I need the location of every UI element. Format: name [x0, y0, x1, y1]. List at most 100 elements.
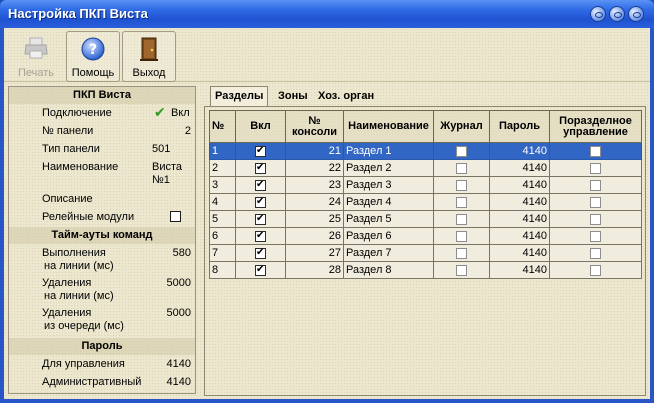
table-row[interactable]: 7 27Раздел 7 4140 [209, 244, 642, 262]
row-console[interactable]: 26 [285, 227, 344, 245]
col-split-control-header[interactable]: Поразделное управление [549, 110, 642, 143]
unchecked-checkbox-icon[interactable] [456, 264, 467, 276]
row-name[interactable]: Раздел 4 [343, 193, 434, 211]
row-journal-checkbox[interactable] [433, 176, 490, 194]
row-password[interactable]: 4140 [489, 261, 550, 279]
help-button[interactable]: ? Помощь [66, 31, 120, 82]
unchecked-checkbox-icon[interactable] [456, 247, 467, 259]
row-enabled-checkbox[interactable] [235, 142, 286, 160]
row-journal-checkbox[interactable] [433, 142, 490, 160]
title-bar[interactable]: Настройка ПКП Виста [0, 0, 654, 28]
row-console[interactable]: 27 [285, 244, 344, 262]
row-split-control-checkbox[interactable] [549, 193, 642, 211]
unchecked-checkbox-icon[interactable] [590, 162, 601, 174]
checked-checkbox-icon[interactable] [255, 213, 266, 225]
row-number[interactable]: 1 [209, 142, 236, 160]
row-journal-checkbox[interactable] [433, 244, 490, 262]
unchecked-checkbox-icon[interactable] [590, 247, 601, 259]
checked-checkbox-icon[interactable] [255, 196, 266, 208]
row-password[interactable]: 4140 [489, 227, 550, 245]
checked-checkbox-icon[interactable] [255, 230, 266, 242]
row-password[interactable]: 4140 [489, 159, 550, 177]
unchecked-checkbox-icon[interactable] [590, 264, 601, 276]
col-name-header[interactable]: Наименование [343, 110, 434, 143]
unchecked-checkbox-icon[interactable] [590, 179, 601, 191]
row-name[interactable]: Раздел 3 [343, 176, 434, 194]
col-number-header[interactable]: № [209, 110, 236, 143]
row-console[interactable]: 22 [285, 159, 344, 177]
unchecked-checkbox-icon[interactable] [590, 145, 601, 157]
row-journal-checkbox[interactable] [433, 227, 490, 245]
panel-type-value[interactable]: 501 [152, 143, 170, 156]
row-password[interactable]: 4140 [489, 176, 550, 194]
col-password-header[interactable]: Пароль [489, 110, 550, 143]
name-value-line1[interactable]: Виста [152, 161, 182, 174]
row-split-control-checkbox[interactable] [549, 142, 642, 160]
table-row[interactable]: 6 26Раздел 6 4140 [209, 227, 642, 245]
row-number[interactable]: 2 [209, 159, 236, 177]
relay-modules-checkbox[interactable] [170, 211, 181, 222]
row-enabled-checkbox[interactable] [235, 210, 286, 228]
tab-household-organ[interactable]: Хоз. орган [314, 88, 378, 106]
checked-checkbox-icon[interactable] [255, 264, 266, 276]
row-number[interactable]: 5 [209, 210, 236, 228]
row-name[interactable]: Раздел 7 [343, 244, 434, 262]
row-password[interactable]: 4140 [489, 244, 550, 262]
panel-number-value[interactable]: 2 [185, 125, 191, 138]
row-enabled-checkbox[interactable] [235, 193, 286, 211]
row-console[interactable]: 24 [285, 193, 344, 211]
table-row[interactable]: 222Раздел 24140 [209, 159, 642, 177]
maximize-icon[interactable] [609, 6, 625, 22]
row-number[interactable]: 8 [209, 261, 236, 279]
tab-zones[interactable]: Зоны [274, 88, 312, 106]
row-name[interactable]: Раздел 5 [343, 210, 434, 228]
row-enabled-checkbox[interactable] [235, 244, 286, 262]
checked-checkbox-icon[interactable] [255, 179, 266, 191]
row-console[interactable]: 28 [285, 261, 344, 279]
minimize-icon[interactable] [590, 6, 606, 22]
unchecked-checkbox-icon[interactable] [456, 196, 467, 208]
unchecked-checkbox-icon[interactable] [590, 196, 601, 208]
row-split-control-checkbox[interactable] [549, 176, 642, 194]
unchecked-checkbox-icon[interactable] [456, 162, 467, 174]
control-password-value[interactable]: 4140 [167, 358, 191, 371]
name-value-line2[interactable]: №1 [152, 174, 170, 187]
row-journal-checkbox[interactable] [433, 159, 490, 177]
print-button[interactable]: Печать [8, 31, 64, 82]
table-row[interactable]: 5 25Раздел 5 4140 [209, 210, 642, 228]
table-row[interactable]: 8 28Раздел 8 4140 [209, 261, 642, 279]
close-icon[interactable] [628, 6, 644, 22]
checked-checkbox-icon[interactable] [255, 247, 266, 259]
row-journal-checkbox[interactable] [433, 261, 490, 279]
row-enabled-checkbox[interactable] [235, 261, 286, 279]
unchecked-checkbox-icon[interactable] [456, 213, 467, 225]
row-number[interactable]: 4 [209, 193, 236, 211]
col-console-header[interactable]: № консоли [285, 110, 344, 143]
col-enabled-header[interactable]: Вкл [235, 110, 286, 143]
table-row[interactable]: 1 21Раздел 1 4140 [209, 142, 642, 160]
table-row[interactable]: 3 23Раздел 3 4140 [209, 176, 642, 194]
row-name[interactable]: Раздел 8 [343, 261, 434, 279]
row-name[interactable]: Раздел 1 [343, 142, 434, 160]
unchecked-checkbox-icon[interactable] [590, 213, 601, 225]
row-console[interactable]: 23 [285, 176, 344, 194]
row-password[interactable]: 4140 [489, 142, 550, 160]
exit-button[interactable]: Выход [122, 31, 176, 82]
delete-line-timeout-value[interactable]: 5000 [167, 277, 191, 290]
col-journal-header[interactable]: Журнал [433, 110, 490, 143]
row-console[interactable]: 25 [285, 210, 344, 228]
checked-checkbox-icon[interactable] [255, 162, 266, 174]
unchecked-checkbox-icon[interactable] [456, 145, 467, 157]
row-name[interactable]: Раздел 6 [343, 227, 434, 245]
unchecked-checkbox-icon[interactable] [456, 230, 467, 242]
row-enabled-checkbox[interactable] [235, 159, 286, 177]
row-number[interactable]: 6 [209, 227, 236, 245]
row-split-control-checkbox[interactable] [549, 210, 642, 228]
admin-password-value[interactable]: 4140 [167, 376, 191, 389]
row-number[interactable]: 7 [209, 244, 236, 262]
exec-timeout-value[interactable]: 580 [173, 247, 191, 260]
row-split-control-checkbox[interactable] [549, 261, 642, 279]
row-split-control-checkbox[interactable] [549, 159, 642, 177]
checked-checkbox-icon[interactable] [255, 145, 266, 157]
row-journal-checkbox[interactable] [433, 193, 490, 211]
